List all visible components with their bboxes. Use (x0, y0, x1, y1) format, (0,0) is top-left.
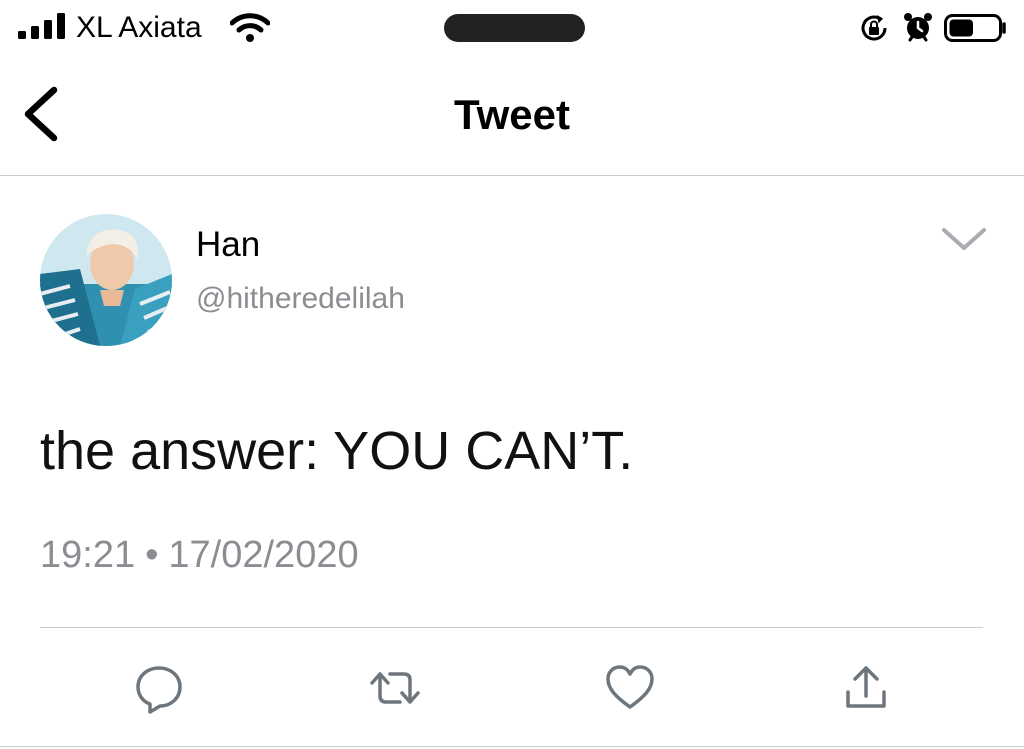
like-icon (606, 665, 654, 709)
like-button[interactable] (604, 662, 656, 714)
bottom-divider (0, 746, 1024, 747)
signal-icon (18, 13, 65, 39)
tweet-date: 17/02/2020 (168, 534, 359, 576)
retweet-icon (370, 672, 420, 704)
rotation-lock-icon (861, 15, 887, 41)
notch (444, 14, 585, 42)
alarm-icon (904, 13, 932, 42)
carrier-name: XL Axiata (76, 11, 202, 44)
author-name[interactable]: Han (196, 224, 260, 266)
author-handle[interactable]: @hitheredelilah (196, 280, 405, 318)
share-button[interactable] (840, 662, 892, 714)
page-title: Tweet (454, 91, 570, 138)
reply-icon (136, 666, 182, 714)
nav-bar: Tweet (0, 58, 1024, 176)
wifi-icon (230, 13, 270, 42)
retweet-button[interactable] (369, 662, 421, 714)
reply-button[interactable] (133, 662, 185, 714)
tweet-timestamp: 19:21 • 17/02/2020 (40, 532, 359, 578)
tweet-time: 19:21 (40, 534, 136, 576)
avatar[interactable] (40, 214, 172, 346)
tweet-menu-button[interactable] (938, 218, 990, 258)
share-icon (846, 666, 886, 708)
battery-icon (944, 14, 1006, 42)
divider (40, 627, 983, 628)
chevron-down-icon (942, 228, 986, 250)
tweet-text: the answer: YOU CAN’T. (40, 421, 634, 481)
separator: • (145, 534, 159, 576)
status-bar: XL Axiata (0, 0, 1024, 58)
avatar-image (40, 214, 172, 346)
